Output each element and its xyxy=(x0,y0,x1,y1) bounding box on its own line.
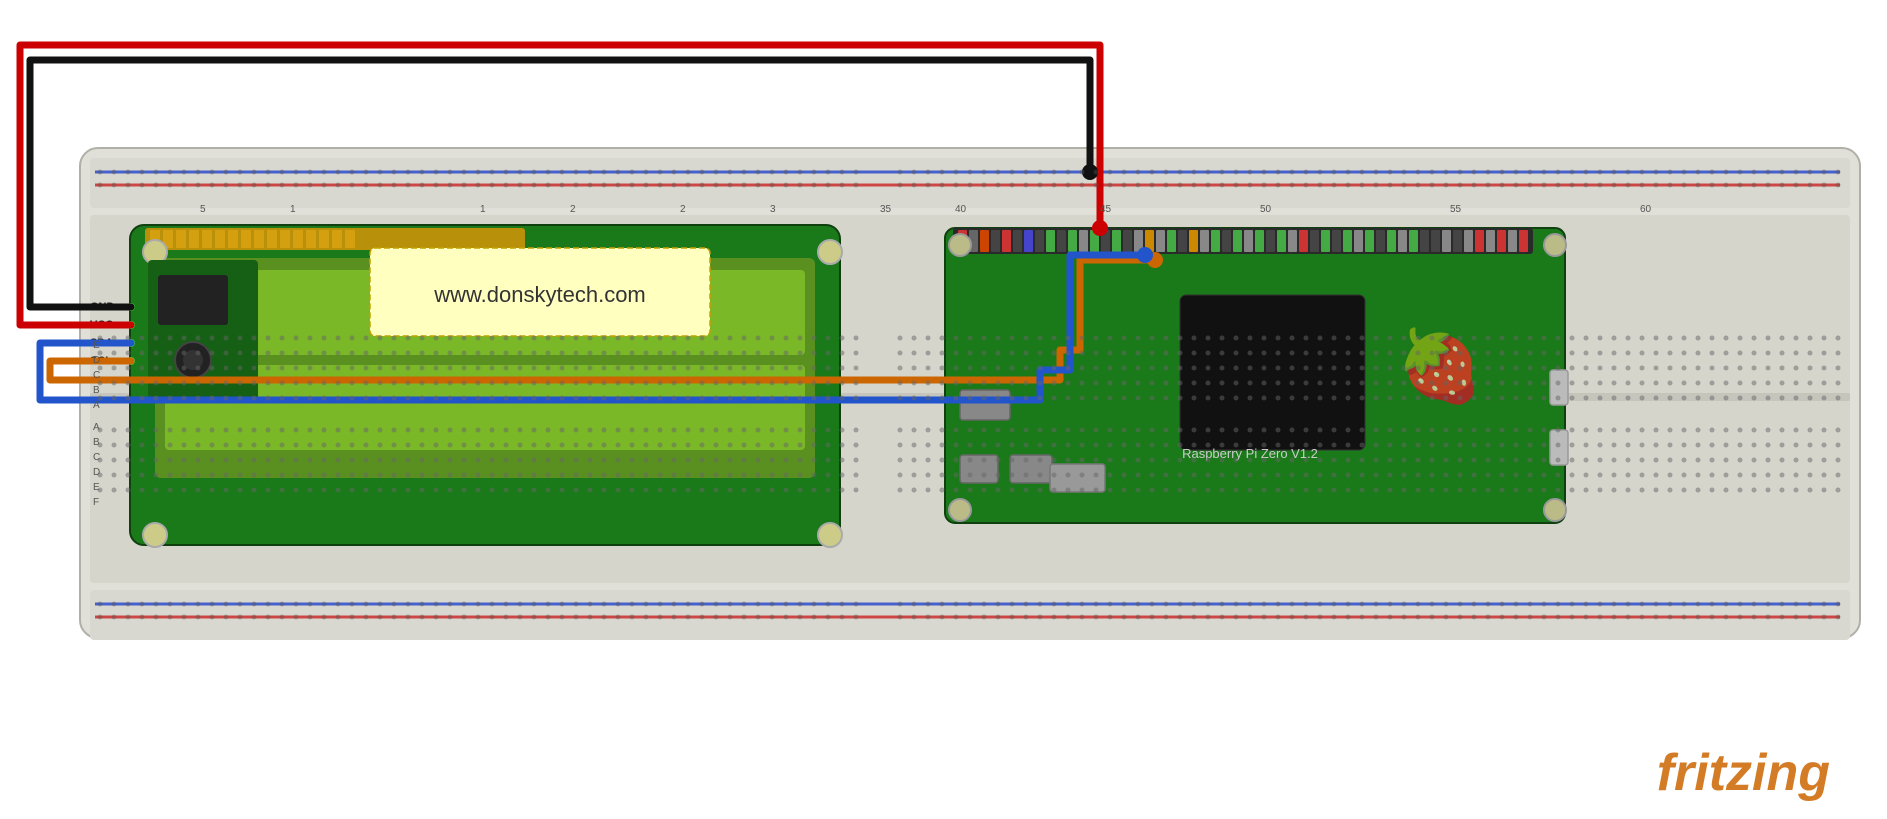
svg-text:A: A xyxy=(93,422,100,433)
svg-text:www.donskytech.com: www.donskytech.com xyxy=(433,282,646,307)
svg-text:60: 60 xyxy=(1640,204,1652,215)
svg-text:50: 50 xyxy=(1260,204,1272,215)
svg-text:D: D xyxy=(93,355,100,366)
svg-text:1: 1 xyxy=(480,204,486,215)
svg-text:B: B xyxy=(93,437,100,448)
svg-text:5: 5 xyxy=(200,204,206,215)
svg-text:B: B xyxy=(93,385,100,396)
svg-text:3: 3 xyxy=(770,204,776,215)
svg-text:fritzing: fritzing xyxy=(1657,744,1830,802)
svg-text:🍓: 🍓 xyxy=(1396,326,1483,406)
svg-text:SCL: SCL xyxy=(90,355,112,367)
svg-text:GND: GND xyxy=(90,301,115,313)
svg-text:C: C xyxy=(93,370,100,381)
svg-text:E: E xyxy=(93,482,100,493)
svg-text:55: 55 xyxy=(1450,204,1462,215)
svg-text:2: 2 xyxy=(570,204,576,215)
svg-text:35: 35 xyxy=(880,204,892,215)
svg-text:D: D xyxy=(93,467,100,478)
lcd-tooltip-box xyxy=(370,248,710,336)
svg-text:VCC: VCC xyxy=(90,319,113,331)
svg-text:C: C xyxy=(93,452,100,463)
svg-text:SDA: SDA xyxy=(90,337,113,349)
svg-text:E: E xyxy=(93,340,100,351)
svg-text:45: 45 xyxy=(1100,204,1112,215)
svg-text:40: 40 xyxy=(955,204,967,215)
svg-text:Raspberry Pi Zero V1.2: Raspberry Pi Zero V1.2 xyxy=(1182,446,1318,461)
svg-text:F: F xyxy=(93,497,99,508)
svg-text:A: A xyxy=(93,400,100,411)
svg-text:1: 1 xyxy=(290,204,296,215)
svg-text:2: 2 xyxy=(680,204,686,215)
